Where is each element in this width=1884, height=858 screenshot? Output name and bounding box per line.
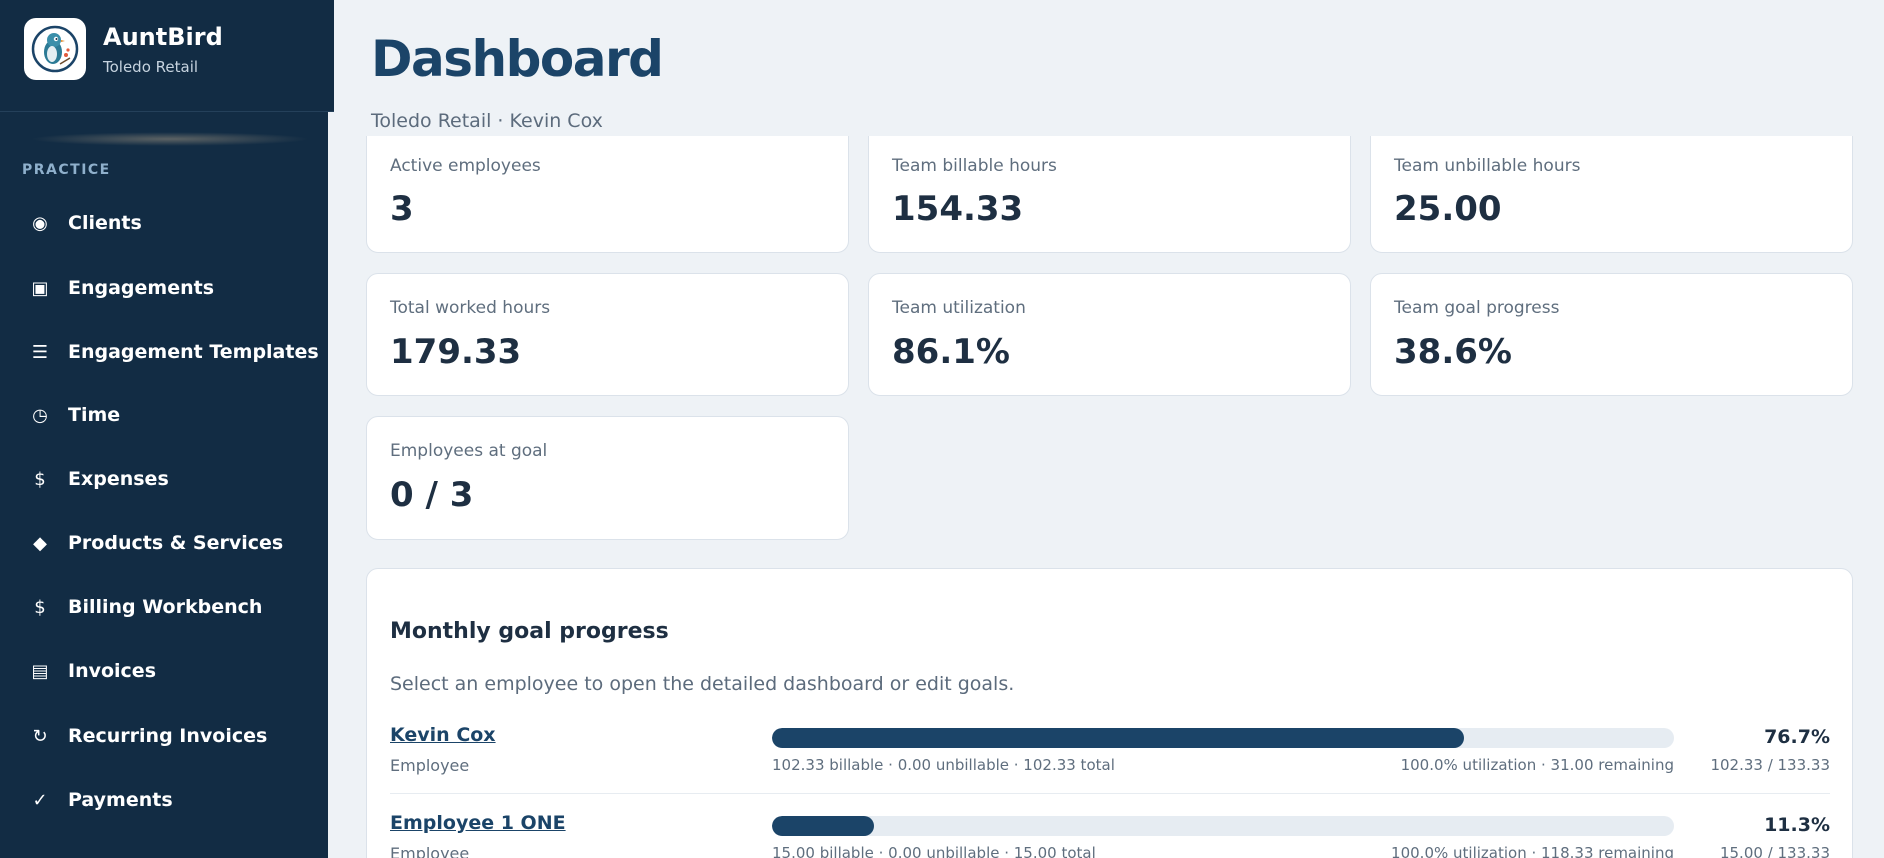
progress-bar — [772, 728, 1674, 748]
sidebar-item-label: Billing Workbench — [68, 596, 263, 618]
stat-label: Total worked hours — [390, 298, 551, 318]
stat-value: 3 — [390, 189, 414, 229]
sidebar: PRACTICE ◉ Clients ▣ Engagements ☰ Engag… — [0, 0, 328, 858]
sidebar-item-label: Time — [68, 404, 121, 426]
stat-value: 179.33 — [390, 332, 522, 372]
goal-ratio: 15.00 / 133.33 — [1719, 844, 1830, 858]
clients-icon: ◉ — [32, 212, 48, 234]
stat-value: 25.00 — [1394, 189, 1502, 229]
engagements-icon: ▣ — [31, 277, 49, 299]
employee-link[interactable]: Kevin Cox — [390, 724, 496, 746]
employee-role: Employee — [390, 844, 470, 858]
sidebar-item-label: Engagement Templates — [68, 341, 319, 363]
panel-description: Select an employee to open the detailed … — [390, 673, 1015, 695]
sidebar-item-label: Clients — [68, 212, 142, 234]
employee-role: Employee — [390, 756, 470, 775]
sidebar-item-recurring-invoices[interactable]: ↻ Recurring Invoices — [0, 712, 328, 760]
goal-percent: 11.3% — [1764, 814, 1830, 836]
stat-value: 86.1% — [892, 332, 1010, 372]
stat-card-team-utilization: Team utilization 86.1% — [868, 273, 1351, 396]
app-logo[interactable] — [24, 18, 86, 80]
sidebar-shadow — [30, 132, 310, 146]
stat-card-total-worked-hours: Total worked hours 179.33 — [366, 273, 849, 396]
sidebar-item-billing-workbench[interactable]: $ Billing Workbench — [0, 583, 328, 631]
progress-bar-fill — [772, 728, 1464, 748]
stat-label: Team unbillable hours — [1394, 156, 1581, 176]
sidebar-item-clients[interactable]: ◉ Clients — [0, 199, 328, 247]
stat-label: Active employees — [390, 156, 541, 176]
clock-icon: ◷ — [32, 404, 48, 426]
recurring-icon: ↻ — [32, 725, 48, 747]
stat-value: 0 / 3 — [390, 475, 474, 515]
dollar-icon: $ — [34, 468, 46, 490]
goal-row-employee-1-one: Employee 1 ONE Employee 15.00 billable ·… — [390, 812, 1830, 858]
sidebar-item-time[interactable]: ◷ Time — [0, 391, 328, 439]
sidebar-item-label: Expenses — [68, 468, 169, 490]
monthly-goal-progress-panel: Monthly goal progress Select an employee… — [366, 568, 1853, 858]
stat-card-team-goal-progress: Team goal progress 38.6% — [1370, 273, 1853, 396]
utilization-summary: 100.0% utilization · 118.33 remaining — [1391, 844, 1674, 858]
brand-name: AuntBird — [103, 23, 223, 51]
sidebar-item-label: Products & Services — [68, 532, 284, 554]
sidebar-item-products-services[interactable]: ◆ Products & Services — [0, 519, 328, 567]
stat-label: Employees at goal — [390, 441, 548, 461]
stat-value: 38.6% — [1394, 332, 1512, 372]
dollar-icon: $ — [34, 596, 46, 618]
stat-label: Team billable hours — [892, 156, 1057, 176]
sidebar-item-label: Invoices — [68, 660, 157, 682]
sidebar-item-engagement-templates[interactable]: ☰ Engagement Templates — [0, 328, 328, 376]
page-title: Dashboard — [371, 30, 664, 88]
sidebar-item-label: Engagements — [68, 277, 215, 299]
sidebar-item-payments[interactable]: ✓ Payments — [0, 776, 328, 824]
goal-ratio: 102.33 / 133.33 — [1710, 756, 1830, 774]
sidebar-item-label: Recurring Invoices — [68, 725, 268, 747]
progress-bar-fill — [772, 816, 874, 836]
stat-label: Team utilization — [892, 298, 1026, 318]
sidebar-section-label: PRACTICE — [22, 162, 111, 178]
sidebar-item-engagements[interactable]: ▣ Engagements — [0, 264, 328, 312]
bird-logo-icon — [31, 25, 79, 73]
brand-subtitle: Toledo Retail — [103, 58, 199, 76]
progress-bar — [772, 816, 1674, 836]
invoice-icon: ▤ — [31, 660, 49, 682]
stat-label: Team goal progress — [1394, 298, 1560, 318]
page-subtitle: Toledo Retail · Kevin Cox — [371, 110, 603, 132]
check-icon: ✓ — [32, 789, 48, 811]
stat-value: 154.33 — [892, 189, 1024, 229]
sidebar-item-label: Payments — [68, 789, 173, 811]
panel-title: Monthly goal progress — [390, 619, 669, 644]
templates-icon: ☰ — [31, 341, 49, 363]
hours-summary: 102.33 billable · 0.00 unbillable · 102.… — [772, 756, 1115, 774]
utilization-summary: 100.0% utilization · 31.00 remaining — [1400, 756, 1674, 774]
diamond-icon: ◆ — [33, 532, 47, 554]
goal-row-kevin-cox: Kevin Cox Employee 102.33 billable · 0.0… — [390, 724, 1830, 812]
sidebar-item-expenses[interactable]: $ Expenses — [0, 455, 328, 503]
brand-header: AuntBird Toledo Retail — [0, 0, 334, 112]
row-divider — [390, 793, 1830, 794]
hours-summary: 15.00 billable · 0.00 unbillable · 15.00… — [772, 844, 1096, 858]
sidebar-item-invoices[interactable]: ▤ Invoices — [0, 647, 328, 695]
goal-percent: 76.7% — [1764, 726, 1830, 748]
stat-card-employees-at-goal: Employees at goal 0 / 3 — [366, 416, 849, 540]
employee-link[interactable]: Employee 1 ONE — [390, 812, 566, 834]
